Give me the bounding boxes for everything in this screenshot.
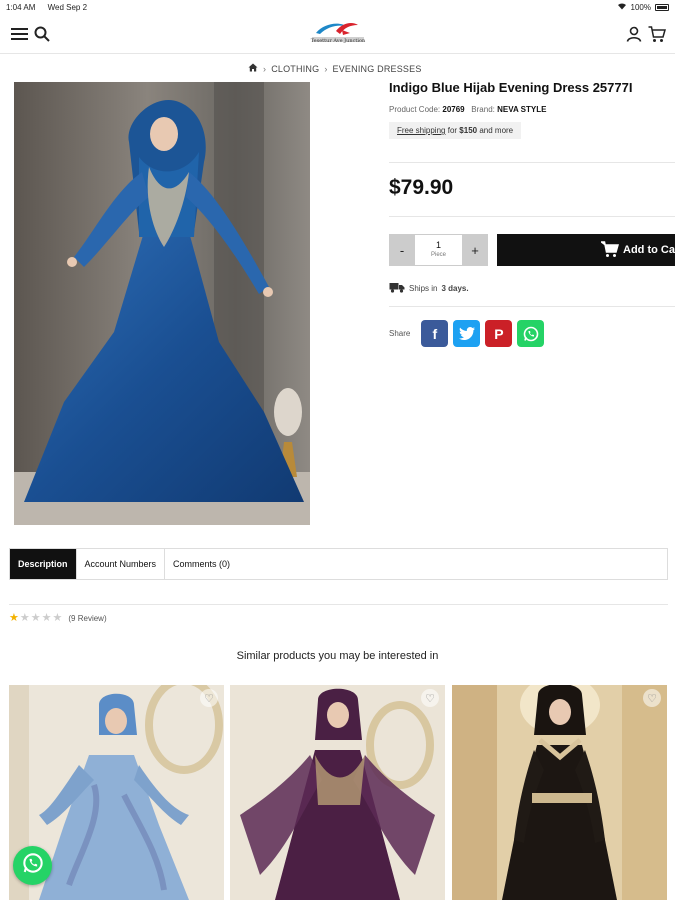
whatsapp-icon — [22, 852, 44, 879]
facebook-icon[interactable]: f — [421, 320, 449, 347]
brand-label: Brand: — [471, 105, 495, 114]
truck-icon — [389, 282, 405, 295]
tab-comments[interactable]: Comments (0) — [165, 549, 238, 579]
status-bar: 1:04 AM Wed Sep 2 100% — [0, 0, 675, 14]
whatsapp-icon[interactable] — [517, 320, 545, 347]
favorite-heart-icon[interactable]: ♡ — [421, 689, 439, 707]
status-date: Wed Sep 2 — [47, 2, 88, 12]
quantity-increase-button[interactable]: + — [462, 234, 488, 266]
wifi-icon — [617, 2, 627, 12]
tab-description[interactable]: Description — [10, 549, 77, 579]
cart-icon — [599, 241, 619, 261]
divider — [389, 306, 675, 307]
star-empty-icon: ★ — [41, 612, 52, 624]
product-code: 20769 — [442, 105, 465, 114]
product-tabs: Description Account Numbers Comments (0) — [9, 548, 668, 580]
product-info: Indigo Blue Hijab Evening Dress 25777I P… — [389, 80, 675, 139]
search-icon[interactable] — [32, 24, 52, 44]
battery-icon — [655, 3, 669, 11]
home-icon[interactable] — [248, 63, 258, 74]
shipping-time: Ships in 3 days. — [389, 282, 469, 295]
shipping-for: for — [447, 126, 458, 135]
tab-account-numbers[interactable]: Account Numbers — [77, 549, 166, 579]
product-image[interactable] — [14, 82, 310, 525]
product-meta: Product Code: 20769 Brand: NEVA STYLE — [389, 105, 675, 114]
product-rating[interactable]: ★ ★ ★ ★ ★ (9 Review) — [9, 613, 107, 624]
site-logo[interactable]: Tesettur Ave Junction — [306, 21, 370, 47]
product-code-label: Product Code: — [389, 105, 441, 114]
quantity-unit: Piece — [430, 252, 446, 258]
shipping-tail: and more — [479, 126, 514, 135]
similar-product-card[interactable]: ♡ — [452, 685, 667, 900]
similar-product-card[interactable]: ♡ — [230, 685, 445, 900]
cart-icon[interactable] — [647, 24, 667, 44]
free-shipping-badge: Free shipping for $150 and more — [389, 122, 522, 139]
share-row: Share f P — [389, 320, 545, 347]
whatsapp-chat-button[interactable] — [13, 846, 52, 885]
product-price: $79.90 — [389, 176, 454, 199]
brand-name[interactable]: NEVA STYLE — [497, 105, 546, 114]
status-time: 1:04 AM — [6, 2, 36, 12]
similar-products-title: Similar products you may be interested i… — [236, 650, 439, 662]
add-to-cart-label: Add to Ca — [623, 244, 675, 256]
star-empty-icon: ★ — [30, 612, 41, 624]
product-title: Indigo Blue Hijab Evening Dress 25777I — [389, 80, 633, 95]
free-shipping-link[interactable]: Free shipping — [397, 126, 445, 135]
ships-prefix: Ships in — [409, 284, 438, 293]
pinterest-icon[interactable]: P — [485, 320, 513, 347]
favorite-heart-icon[interactable]: ♡ — [643, 689, 661, 707]
star-empty-icon: ★ — [52, 612, 63, 624]
breadcrumb-evening-dresses[interactable]: EVENING DRESSES — [333, 64, 422, 74]
quantity-value: 1 — [435, 240, 441, 250]
star-filled-icon: ★ — [9, 612, 19, 624]
star-empty-icon: ★ — [19, 612, 30, 624]
divider — [389, 216, 675, 217]
menu-icon[interactable] — [10, 24, 30, 44]
chevron-right-icon: › — [324, 63, 328, 74]
account-icon[interactable] — [624, 24, 644, 44]
share-label: Share — [389, 329, 411, 338]
breadcrumb-clothing[interactable]: CLOTHING — [271, 64, 319, 74]
breadcrumb: › CLOTHING › EVENING DRESSES — [248, 63, 422, 74]
divider — [9, 604, 668, 605]
battery-percent: 100% — [630, 2, 651, 12]
favorite-heart-icon[interactable]: ♡ — [200, 689, 218, 707]
quantity-decrease-button[interactable]: - — [389, 234, 415, 266]
divider — [389, 162, 675, 163]
app-header: Tesettur Ave Junction — [0, 14, 675, 54]
logo-text: Tesettur Ave Junction — [311, 38, 366, 44]
add-to-cart-button[interactable]: Add to Ca — [497, 234, 675, 266]
review-count: (9 Review) — [68, 614, 107, 623]
quantity-stepper: - 1 Piece + — [389, 234, 488, 266]
ships-days: 3 days. — [441, 284, 469, 293]
quantity-input[interactable]: 1 Piece — [415, 234, 462, 266]
chevron-right-icon: › — [263, 63, 267, 74]
shipping-amount: $150 — [459, 126, 478, 135]
twitter-icon[interactable] — [453, 320, 481, 347]
